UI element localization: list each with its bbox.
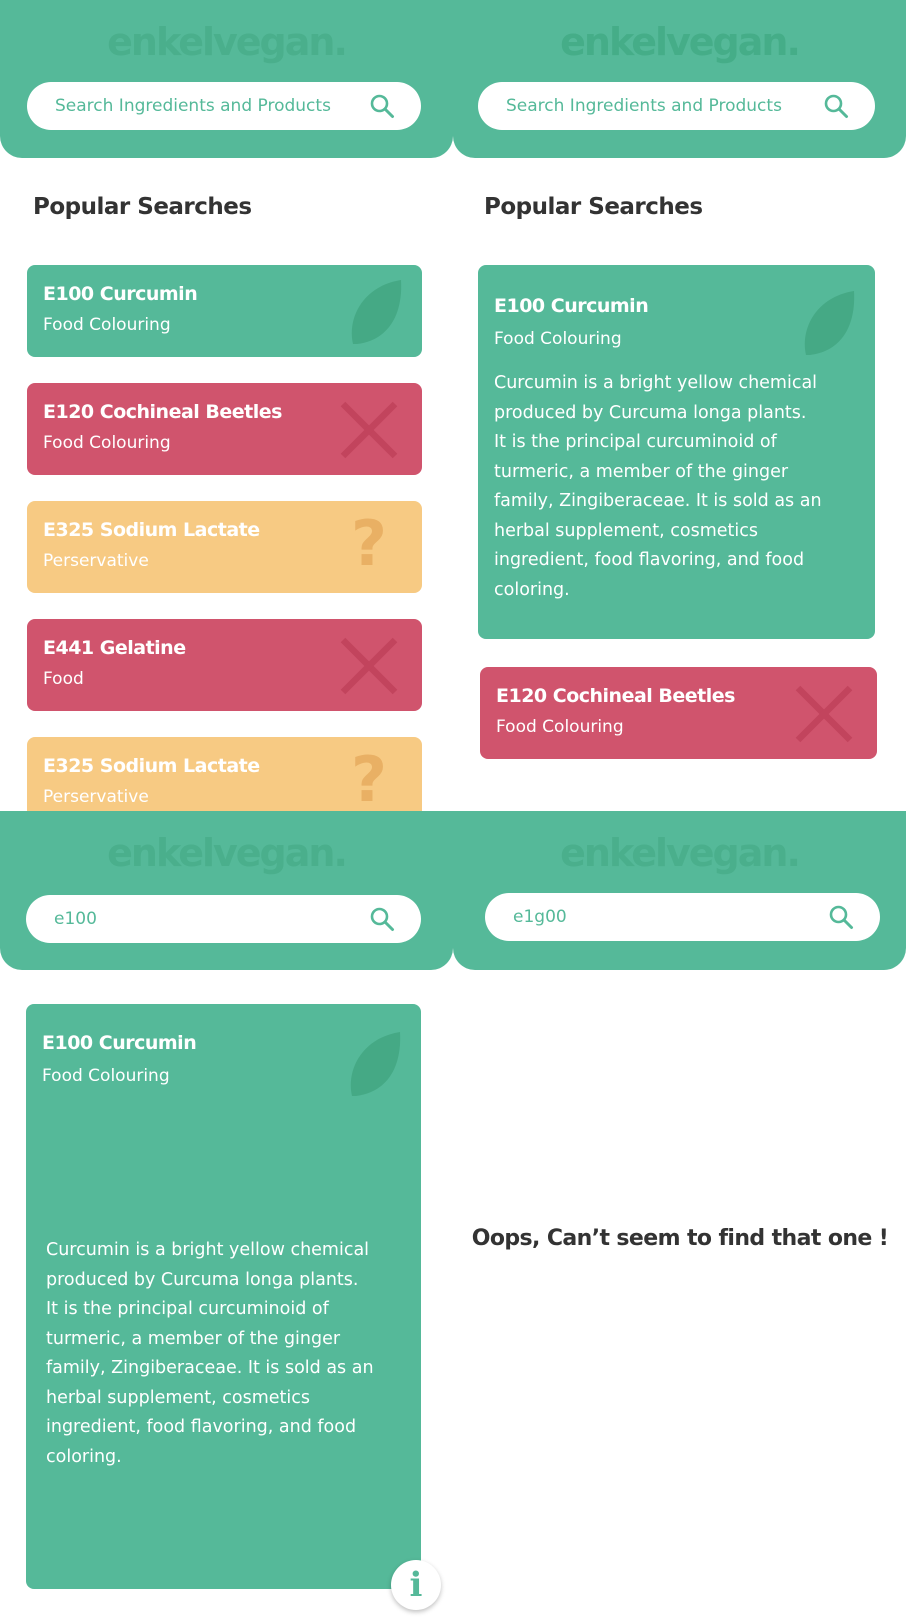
search-icon[interactable] (369, 906, 395, 932)
ingredient-card[interactable]: E325 Sodium Lactate Perservative ? (27, 501, 422, 593)
search-bar (485, 893, 880, 941)
search-bar (478, 82, 875, 130)
ingredient-card[interactable]: E120 Cochineal Beetles Food Colouring (480, 667, 877, 759)
ingredient-description: Curcumin is a bright yellow chemical pro… (46, 1240, 374, 1467)
search-input[interactable] (513, 907, 828, 927)
search-icon[interactable] (823, 93, 849, 119)
app-header: enkelvegan. (453, 811, 906, 970)
app-header: enkelvegan. (453, 0, 906, 158)
brand-logo: enkelvegan. (107, 20, 348, 64)
leaf-icon (344, 1026, 404, 1104)
ingredient-card[interactable]: E120 Cochineal Beetles Food Colouring (27, 383, 422, 475)
brand-logo: enkelvegan. (560, 20, 801, 64)
ingredient-detail-card[interactable]: E100 Curcumin Food Colouring Curcumin is… (26, 1004, 421, 1589)
question-icon: ? (351, 507, 387, 580)
search-icon[interactable] (828, 904, 854, 930)
question-icon: ? (351, 743, 387, 816)
section-title: Popular Searches (33, 194, 252, 220)
no-results-message: Oops, Can’t seem to find that one ! (471, 1226, 889, 1251)
app-header: enkelvegan. (0, 811, 453, 970)
leaf-icon (798, 289, 858, 359)
brand-logo: enkelvegan. (107, 831, 348, 875)
brand-logo: enkelvegan. (560, 831, 801, 875)
ingredient-card-expanded[interactable]: E100 Curcumin Food Colouring Curcumin is… (478, 265, 875, 639)
cross-icon (339, 636, 399, 696)
app-header: enkelvegan. (0, 0, 453, 158)
info-button[interactable]: i (391, 1560, 441, 1610)
search-input[interactable] (54, 909, 369, 929)
section-title: Popular Searches (484, 194, 703, 220)
ingredient-card[interactable]: E100 Curcumin Food Colouring (27, 265, 422, 357)
search-icon[interactable] (369, 93, 395, 119)
cross-icon (339, 400, 399, 460)
search-bar (27, 82, 421, 130)
cross-icon (794, 684, 854, 744)
search-input[interactable] (55, 96, 369, 116)
ingredient-card[interactable]: E441 Gelatine Food (27, 619, 422, 711)
ingredient-description: Curcumin is a bright yellow chemical pro… (494, 373, 822, 600)
leaf-icon (345, 278, 405, 348)
search-bar (26, 895, 421, 943)
search-input[interactable] (506, 96, 823, 116)
